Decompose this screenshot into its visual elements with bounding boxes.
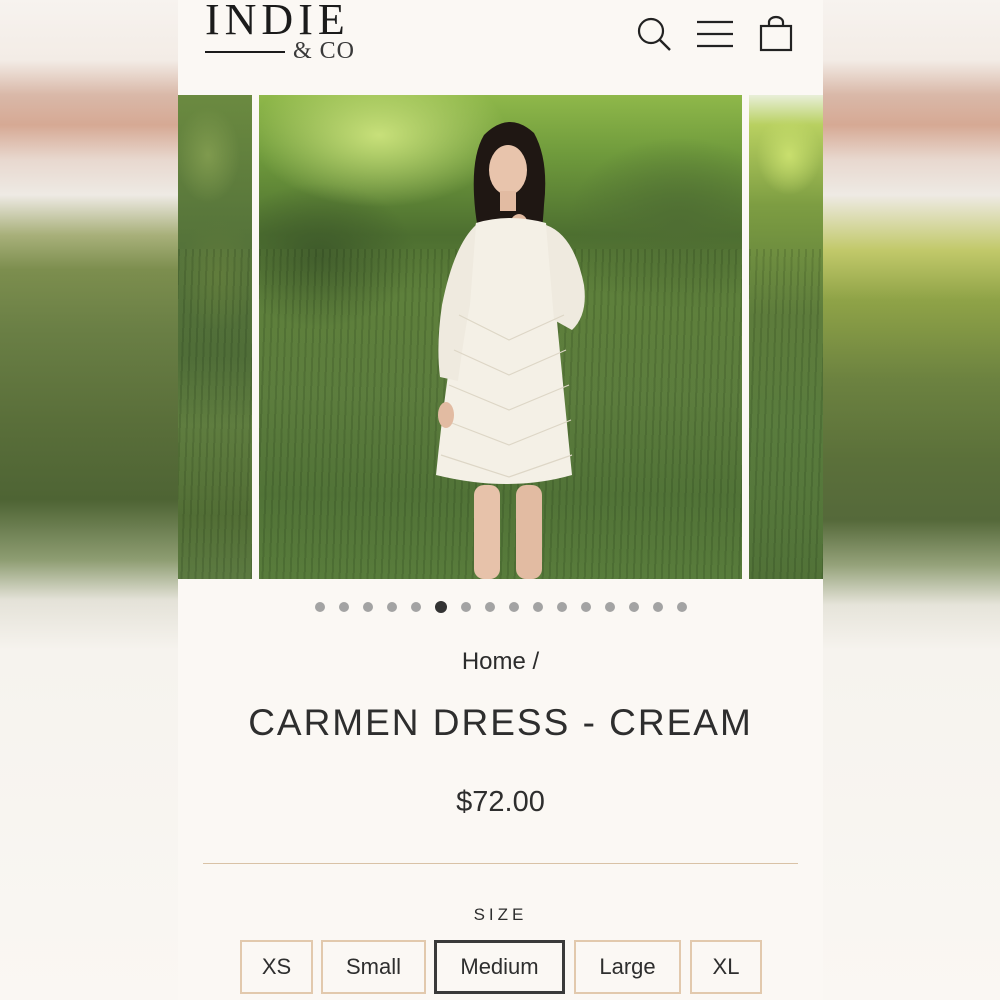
product-image-carousel[interactable] xyxy=(178,95,823,579)
carousel-dot[interactable] xyxy=(532,602,543,612)
carousel-dot[interactable] xyxy=(386,602,397,612)
site-header: INDIE & CO xyxy=(178,0,823,95)
size-option-small[interactable]: Small xyxy=(321,940,426,994)
carousel-dot[interactable] xyxy=(484,602,495,612)
model-in-dress-image xyxy=(436,121,585,579)
logo-subtitle: & CO xyxy=(293,38,356,64)
size-option-xs[interactable]: XS xyxy=(240,940,313,994)
size-options: XS Small Medium Large XL xyxy=(178,940,823,998)
product-title: CARMEN DRESS - CREAM xyxy=(248,702,753,743)
breadcrumb: Home / xyxy=(178,648,823,676)
carousel-dot[interactable] xyxy=(676,602,687,612)
current-product-image[interactable] xyxy=(259,95,742,579)
carousel-dot[interactable] xyxy=(434,601,447,613)
cart-icon[interactable] xyxy=(756,14,796,54)
breadcrumb-home-link[interactable]: Home xyxy=(462,648,526,675)
backdrop-left xyxy=(0,0,178,1000)
carousel-dot[interactable] xyxy=(410,602,421,612)
backdrop-right xyxy=(823,0,1000,1000)
carousel-dot[interactable] xyxy=(508,602,519,612)
size-label: SIZE xyxy=(473,905,528,924)
section-divider xyxy=(203,863,798,864)
carousel-dot[interactable] xyxy=(362,602,373,612)
carousel-dot[interactable] xyxy=(556,602,567,612)
carousel-dot[interactable] xyxy=(460,602,471,612)
breadcrumb-separator: / xyxy=(532,648,540,675)
product-page: INDIE & CO Home / CARMEN DRESS - CREAM $… xyxy=(178,0,823,1000)
size-option-xl[interactable]: XL xyxy=(690,940,762,994)
carousel-dot[interactable] xyxy=(628,602,639,612)
previous-product-image[interactable] xyxy=(178,95,252,579)
next-product-image[interactable] xyxy=(749,95,823,579)
search-icon[interactable] xyxy=(634,14,674,54)
grass-texture xyxy=(178,249,252,579)
carousel-dot[interactable] xyxy=(652,602,663,612)
carousel-dot[interactable] xyxy=(580,602,591,612)
carousel-pagination xyxy=(178,600,823,614)
grass-texture xyxy=(749,249,823,579)
carousel-dot[interactable] xyxy=(338,602,349,612)
size-option-medium[interactable]: Medium xyxy=(434,940,565,994)
carousel-dot[interactable] xyxy=(314,602,325,612)
size-option-large[interactable]: Large xyxy=(574,940,681,994)
carousel-dot[interactable] xyxy=(604,602,615,612)
menu-icon[interactable] xyxy=(695,14,735,54)
logo-divider xyxy=(205,51,285,53)
product-price: $72.00 xyxy=(456,786,545,818)
